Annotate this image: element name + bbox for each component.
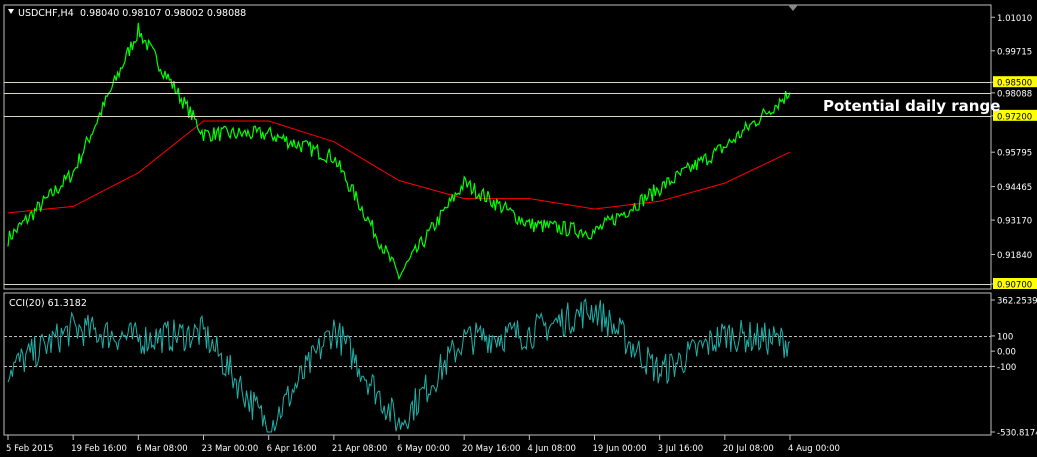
price-tick-label: 0.95795 bbox=[997, 149, 1032, 159]
cci-tick-label: -530.8174 bbox=[997, 429, 1037, 439]
ohlc-values: 0.98040 0.98107 0.98002 0.98088 bbox=[80, 8, 246, 19]
time-tick-label: 6 Apr 16:00 bbox=[267, 444, 317, 454]
price-tick-label: 0.90700 bbox=[997, 281, 1032, 291]
time-axis: 5 Feb 2015 19 Feb 16:00 6 Mar 08:00 23 Mar … bbox=[6, 435, 840, 454]
price-tick-label: 0.98500 bbox=[997, 79, 1032, 89]
cci-axis: 362.2539 100 0.00 -100 -530.8174 bbox=[991, 297, 1037, 439]
main-chart-frame bbox=[3, 4, 992, 290]
potential-daily-range-annotation: Potential daily range bbox=[823, 97, 1000, 115]
chart-root: 1.01010 0.99715 0.985000.98088 0.97200 0.957… bbox=[3, 4, 1037, 454]
time-tick-label: 6 May 00:00 bbox=[397, 444, 450, 454]
time-tick-label: 19 Feb 16:00 bbox=[71, 444, 127, 454]
cci-panel-frame bbox=[3, 292, 992, 436]
time-tick-label: 23 Mar 00:00 bbox=[202, 444, 259, 454]
time-tick-label: 5 Feb 2015 bbox=[6, 444, 54, 454]
time-tick-label: 19 Jun 00:00 bbox=[593, 444, 647, 454]
cci-tick-label: -100 bbox=[997, 363, 1016, 373]
time-tick-label: 4 Jun 08:00 bbox=[527, 444, 576, 454]
price-tick-label: 0.99715 bbox=[997, 47, 1032, 57]
time-tick-label: 20 May 16:00 bbox=[462, 444, 520, 454]
time-tick-label: 4 Aug 00:00 bbox=[788, 444, 840, 454]
symbol-label: USDCHF,H4 bbox=[18, 8, 74, 19]
current-price-label: 0.98088 bbox=[997, 89, 1032, 99]
price-tick-label: 0.91840 bbox=[997, 251, 1032, 261]
cci-tick-label: 0.00 bbox=[997, 348, 1016, 358]
price-tick-label: 0.94465 bbox=[997, 183, 1032, 193]
price-tick-label: 1.01010 bbox=[997, 14, 1032, 24]
price-tick-label: 0.97200 bbox=[997, 112, 1032, 122]
time-tick-label: 20 Jul 08:00 bbox=[723, 444, 774, 454]
cci-tick-label: 100 bbox=[997, 332, 1013, 342]
time-tick-label: 3 Jul 16:00 bbox=[658, 444, 704, 454]
time-tick-label: 21 Apr 08:00 bbox=[332, 444, 387, 454]
time-tick-label: 6 Mar 08:00 bbox=[136, 444, 187, 454]
cci-tick-label: 362.2539 bbox=[997, 297, 1037, 307]
price-tick-label: 0.93170 bbox=[997, 217, 1032, 227]
cci-header: CCI(20) 61.3182 bbox=[9, 298, 87, 309]
price-axis: 1.01010 0.99715 0.985000.98088 0.97200 0.957… bbox=[991, 14, 1037, 291]
